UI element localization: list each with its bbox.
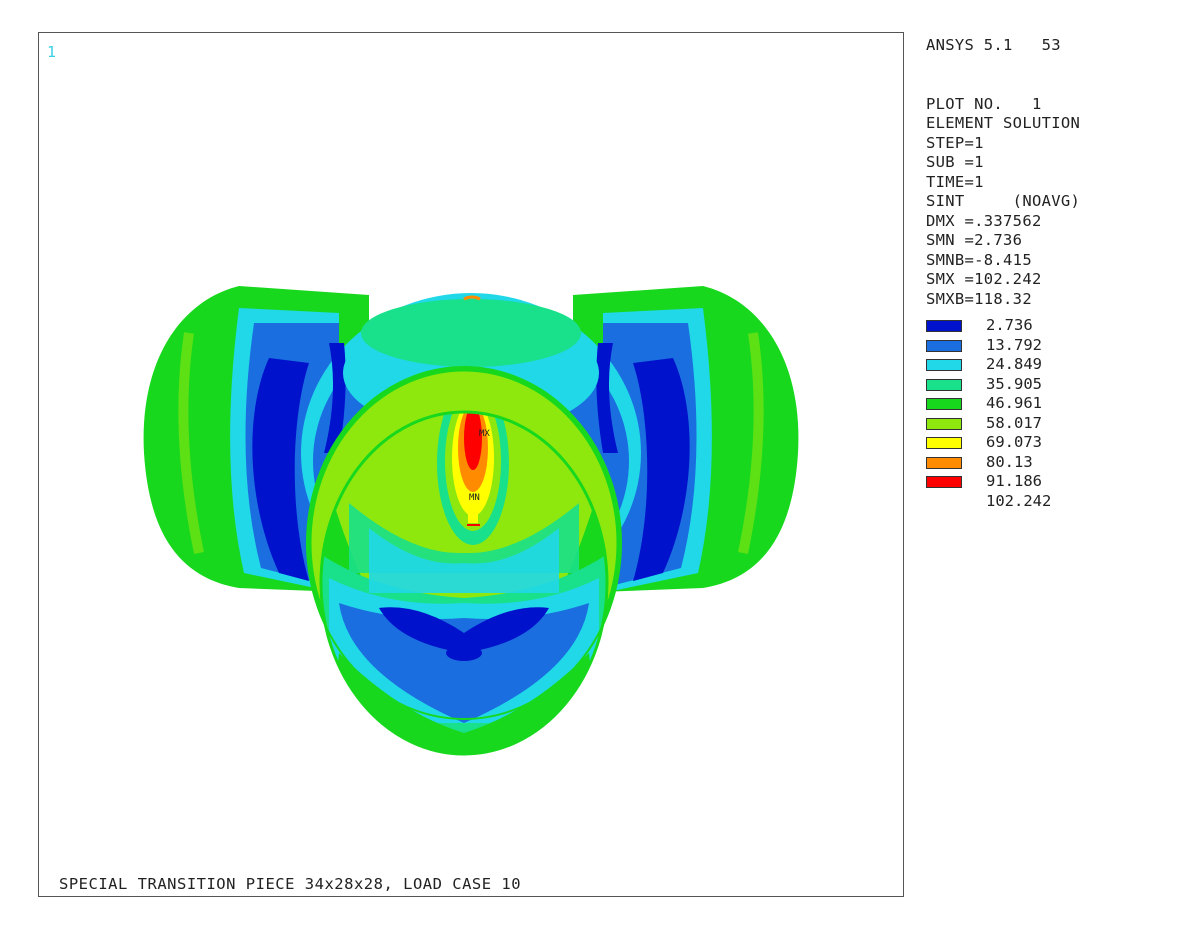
main-pipe-opening: [306, 366, 622, 756]
legend-value: 58.017: [986, 413, 1042, 432]
info-line: ELEMENT SOLUTION: [926, 114, 1081, 132]
info-line: SUB =1: [926, 153, 984, 171]
info-line: PLOT NO. 1: [926, 94, 1042, 113]
info-line: SMN =2.736: [926, 231, 1023, 249]
min-marker: MN: [469, 493, 480, 503]
info-line: STEP=1: [926, 133, 984, 152]
legend-value: 13.792: [986, 335, 1042, 354]
info-line: DMX =.337562: [926, 211, 1042, 230]
legend-swatch: [926, 417, 962, 430]
plot-caption: SPECIAL TRANSITION PIECE 34x28x28, LOAD …: [59, 875, 522, 893]
info-panel: ANSYS 5.1 53 PLOT NO. 1 ELEMENT SOLUTION…: [926, 36, 1186, 309]
legend-value: 102.242: [986, 491, 1052, 510]
legend-swatch: [926, 398, 962, 410]
legend-value: 91.186: [986, 472, 1042, 490]
graphics-viewport[interactable]: 1 MX MN SPECIAL TRANSITION PIECE 34x28x2…: [38, 32, 904, 897]
info-line: SMXB=118.32: [926, 289, 1032, 308]
version-header: ANSYS 5.1 53: [926, 36, 1061, 54]
info-line: SINT (NOAVG): [926, 192, 1081, 210]
info-line: TIME=1: [926, 172, 984, 191]
max-marker: MX: [479, 429, 490, 439]
fea-contour-plot[interactable]: MX MN: [39, 33, 903, 863]
legend-value: 2.736: [986, 316, 1033, 334]
legend-swatch: [926, 378, 962, 391]
legend-value: 80.13: [986, 452, 1033, 471]
legend-swatch: [926, 359, 962, 371]
legend-swatch: [926, 437, 962, 449]
legend-swatch: [926, 456, 962, 469]
legend-value: 46.961: [986, 394, 1042, 412]
legend-swatch: [926, 320, 962, 332]
legend-swatch: [926, 476, 962, 488]
info-line: SMNB=-8.415: [926, 250, 1032, 269]
legend-value: 35.905: [986, 374, 1042, 393]
legend-swatch: [926, 339, 962, 352]
legend-value: 24.849: [986, 355, 1042, 373]
info-line: SMX =102.242: [926, 270, 1042, 288]
legend-value: 69.073: [986, 433, 1042, 451]
